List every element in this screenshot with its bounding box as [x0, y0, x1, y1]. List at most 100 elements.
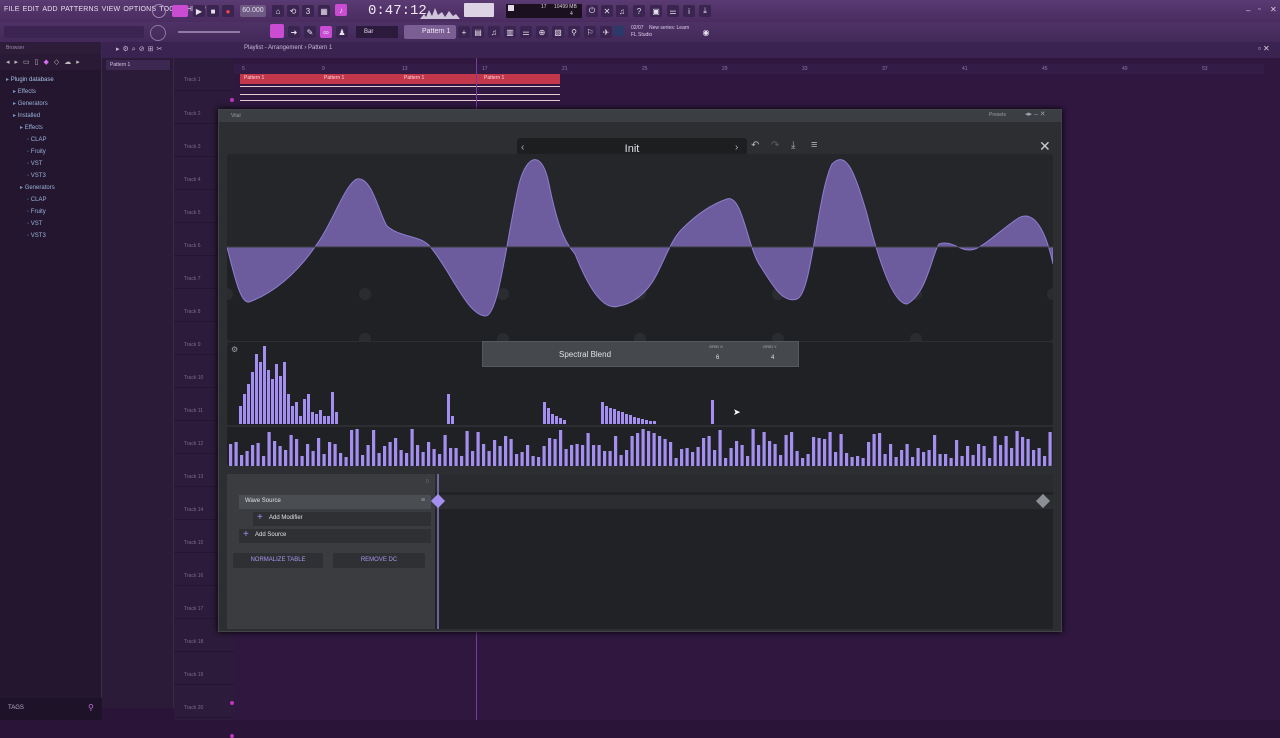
clip-label[interactable]: Pattern 1 [324, 75, 344, 81]
spectrum-bar-lower[interactable] [971, 455, 975, 466]
spectrum-bar-lower[interactable] [570, 445, 574, 466]
spectrum-bar-upper[interactable] [335, 412, 338, 424]
track-header[interactable]: Track 6 [184, 243, 200, 249]
spectrum-bar-lower[interactable] [685, 448, 689, 466]
spectrum-bar-lower[interactable] [773, 444, 777, 466]
prev-preset-icon[interactable]: ‹ [521, 142, 524, 153]
spectrum-bar-lower[interactable] [383, 446, 387, 466]
tree-item[interactable]: ▸ Generators [6, 182, 101, 194]
spectrum-bar-upper[interactable] [255, 354, 258, 424]
spectrum-bar-lower[interactable] [608, 451, 612, 466]
refresh-icon[interactable]: ☁ [64, 58, 71, 66]
spectrum-bar-lower[interactable] [790, 432, 794, 466]
spectrum-bar-upper[interactable] [447, 394, 450, 424]
spectrum-bar-upper[interactable] [601, 402, 604, 424]
spectrum-bar-lower[interactable] [548, 438, 552, 466]
spectrum-bar-lower[interactable] [592, 445, 596, 466]
spectrum-bar-lower[interactable] [669, 442, 673, 466]
spectrum-bar-lower[interactable] [553, 439, 557, 466]
spectrum-bar-lower[interactable] [344, 457, 348, 466]
redo-icon[interactable]: ↷ [771, 140, 779, 151]
spectrum-bar-lower[interactable] [641, 429, 645, 466]
spectrum-bar-upper[interactable] [247, 384, 250, 424]
track-header[interactable]: Track 15 [184, 540, 203, 546]
spectrum-bar-lower[interactable] [438, 454, 442, 466]
add-source-row[interactable]: + Add Source [239, 529, 431, 543]
pattern-select[interactable]: Pattern 1 [404, 25, 456, 39]
spectrum-bar-lower[interactable] [806, 454, 810, 466]
spectrum-bar-upper[interactable] [547, 408, 550, 424]
spectrum-bar-upper[interactable] [649, 421, 652, 424]
tree-item[interactable]: ▸ Effects [6, 86, 101, 98]
spectrum-bar-lower[interactable] [471, 451, 475, 466]
plugin-icon[interactable]: ◇ [54, 58, 59, 66]
spectrum-bar-lower[interactable] [1032, 450, 1036, 466]
drag-handle-icon[interactable]: ≡ [421, 497, 425, 504]
spectrum-bar-lower[interactable] [399, 450, 403, 466]
link-icon[interactable]: ∞ [320, 26, 332, 38]
spectrum-bar-lower[interactable] [427, 442, 431, 466]
spectrum-bar-lower[interactable] [757, 445, 761, 466]
spectrum-bar-lower[interactable] [696, 447, 700, 466]
stop-button[interactable]: ■ [207, 5, 219, 17]
spectrum-bar-upper[interactable] [645, 420, 648, 424]
track-header[interactable]: Track 16 [184, 573, 203, 579]
spectrum-bar-lower[interactable] [498, 446, 502, 466]
add-modifier-label[interactable]: Add Modifier [269, 515, 303, 521]
spectrum-bar-upper[interactable] [263, 346, 266, 424]
spectrum-bar-lower[interactable] [586, 433, 590, 466]
spectrum-bar-lower[interactable] [1048, 432, 1052, 466]
spectrum-bar-lower[interactable] [735, 441, 739, 466]
spectrum-bar-upper[interactable] [633, 417, 636, 424]
spectrum-bar-lower[interactable] [713, 450, 717, 466]
spectrum-bar-upper[interactable] [605, 406, 608, 424]
spectrum-bar-upper[interactable] [259, 362, 262, 424]
news-line-1[interactable]: New series: Learn [649, 25, 689, 31]
spectrum-bar-upper[interactable] [641, 419, 644, 424]
next-preset-icon[interactable]: › [735, 142, 738, 153]
touch-icon[interactable]: ✈ [600, 26, 612, 38]
spectrum-bar-lower[interactable] [861, 458, 865, 466]
menu-item-file[interactable]: FILE [4, 6, 20, 13]
mic-icon[interactable]: ♫ [616, 5, 628, 17]
spectrum-bar-upper[interactable] [275, 364, 278, 424]
spectrum-bar-lower[interactable] [982, 446, 986, 466]
spectrum-bar-lower[interactable] [526, 445, 530, 466]
spectrum-bar-lower[interactable] [520, 452, 524, 466]
spectrum-bar-lower[interactable] [1021, 437, 1025, 466]
metronome-icon[interactable]: ⌂ [272, 5, 284, 17]
spectrum-bar-lower[interactable] [229, 444, 233, 466]
spectrum-bar-lower[interactable] [256, 443, 260, 466]
spectrum-bar-lower[interactable] [377, 453, 381, 466]
clip-label[interactable]: Pattern 1 [244, 75, 264, 81]
spectrum-bar-lower[interactable] [311, 451, 315, 466]
spectrum-bar-lower[interactable] [284, 450, 288, 466]
song-time[interactable]: 0:47:12 [368, 3, 427, 19]
spectrum-bar-lower[interactable] [575, 444, 579, 466]
close-app-icon[interactable]: ✕ [1270, 5, 1277, 14]
tools-icon[interactable]: ✕ [601, 5, 613, 17]
spectrum-bar-lower[interactable] [663, 439, 667, 466]
spectrum-bar-upper[interactable] [271, 379, 274, 424]
spectrum-bar-lower[interactable] [845, 453, 849, 466]
tree-item[interactable]: ▸ Effects [6, 122, 101, 134]
snap-select[interactable]: Bar [356, 26, 398, 38]
spectrum-bar-lower[interactable] [597, 445, 601, 466]
spectrum-bar-lower[interactable] [581, 445, 585, 466]
spectrum-bar-upper[interactable] [287, 394, 290, 424]
spectrum-bar-lower[interactable] [509, 439, 513, 466]
spectrum-bar-lower[interactable] [614, 436, 618, 466]
spectrum-bar-lower[interactable] [751, 429, 755, 466]
forward-icon[interactable]: ▸ [15, 58, 19, 66]
spectrum-bar-lower[interactable] [388, 442, 392, 466]
spectrum-bar-upper[interactable] [283, 362, 286, 424]
spectrum-bar-lower[interactable] [960, 456, 964, 466]
record-button[interactable]: ● [222, 5, 234, 17]
spectrum-bar-lower[interactable] [278, 446, 282, 466]
spectrum-bar-lower[interactable] [911, 457, 915, 466]
spectrum-bar-lower[interactable] [949, 458, 953, 466]
spectrum-bar-lower[interactable] [999, 445, 1003, 466]
track-header[interactable]: Track 3 [184, 144, 200, 150]
menu-item-edit[interactable]: EDIT [23, 6, 40, 13]
spectrum-bar-lower[interactable] [504, 436, 508, 466]
